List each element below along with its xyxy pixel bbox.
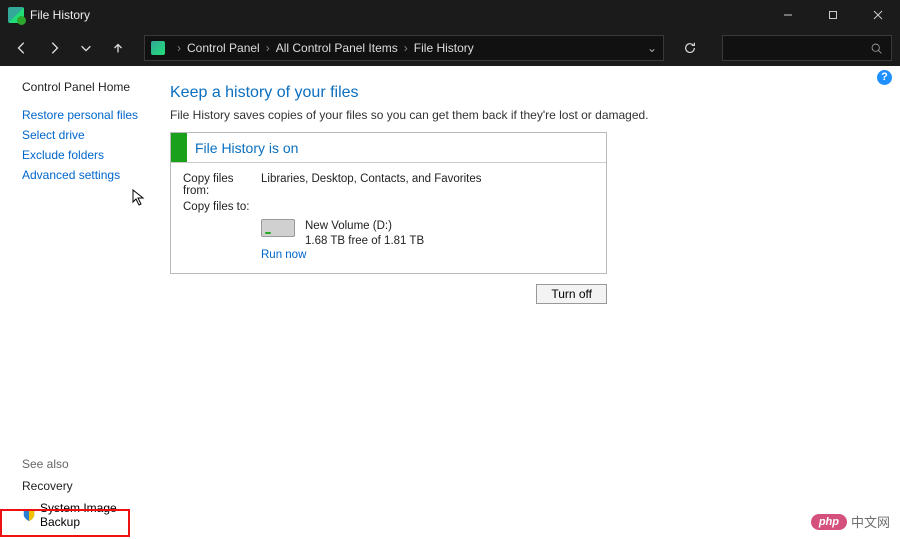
search-input[interactable] — [722, 35, 892, 61]
breadcrumb-item[interactable]: All Control Panel Items — [276, 41, 398, 55]
drive-name: New Volume (D:) — [305, 219, 424, 234]
refresh-button[interactable] — [676, 34, 704, 62]
recent-dropdown[interactable] — [72, 34, 100, 62]
see-also-label: See also — [22, 457, 160, 471]
forward-button[interactable] — [40, 34, 68, 62]
chevron-right-icon: › — [266, 41, 270, 55]
page-subtext: File History saves copies of your files … — [170, 108, 876, 122]
run-now-link[interactable]: Run now — [261, 249, 306, 261]
watermark-pill: php — [811, 514, 847, 530]
address-bar[interactable]: › Control Panel › All Control Panel Item… — [144, 35, 664, 61]
shield-icon — [22, 508, 36, 522]
chevron-down-icon[interactable]: ⌄ — [647, 41, 657, 55]
breadcrumb-root-icon — [151, 41, 165, 55]
help-icon[interactable]: ? — [877, 70, 892, 85]
status-title: File History is on — [187, 140, 298, 156]
app-icon — [8, 7, 24, 23]
exclude-folders-link[interactable]: Exclude folders — [22, 148, 160, 162]
copy-from-label: Copy files from: — [183, 173, 261, 197]
breadcrumb-item[interactable]: Control Panel — [187, 41, 260, 55]
toolbar: › Control Panel › All Control Panel Item… — [0, 30, 900, 66]
sidebar: Control Panel Home Restore personal file… — [0, 66, 170, 539]
select-drive-link[interactable]: Select drive — [22, 128, 160, 142]
content-area: Control Panel Home Restore personal file… — [0, 66, 900, 539]
control-panel-home-link[interactable]: Control Panel Home — [22, 80, 160, 94]
drive-icon — [261, 219, 295, 237]
search-icon — [870, 42, 883, 55]
close-button[interactable] — [855, 0, 900, 30]
copy-from-value: Libraries, Desktop, Contacts, and Favori… — [261, 173, 594, 197]
status-on-indicator — [171, 133, 187, 162]
up-button[interactable] — [104, 34, 132, 62]
recovery-link[interactable]: Recovery — [22, 479, 160, 493]
chevron-right-icon: › — [177, 41, 181, 55]
system-image-backup-link[interactable]: System Image Backup — [22, 501, 160, 529]
status-box: File History is on Copy files from: Libr… — [170, 132, 607, 274]
watermark-text: 中文网 — [851, 512, 890, 531]
back-button[interactable] — [8, 34, 36, 62]
chevron-right-icon: › — [404, 41, 408, 55]
turn-off-button[interactable]: Turn off — [536, 284, 607, 304]
minimize-button[interactable] — [765, 0, 810, 30]
advanced-settings-link[interactable]: Advanced settings — [22, 168, 160, 182]
status-header: File History is on — [171, 133, 606, 163]
system-image-backup-label: System Image Backup — [40, 501, 160, 529]
breadcrumb-item[interactable]: File History — [414, 41, 474, 55]
titlebar: File History — [0, 0, 900, 30]
page-heading: Keep a history of your files — [170, 84, 876, 102]
maximize-button[interactable] — [810, 0, 855, 30]
restore-personal-files-link[interactable]: Restore personal files — [22, 108, 160, 122]
drive-space: 1.68 TB free of 1.81 TB — [305, 234, 424, 249]
watermark: php 中文网 — [811, 512, 890, 531]
main-panel: ? Keep a history of your files File Hist… — [170, 66, 900, 539]
copy-to-label: Copy files to: — [183, 201, 261, 213]
window-title: File History — [30, 8, 765, 22]
